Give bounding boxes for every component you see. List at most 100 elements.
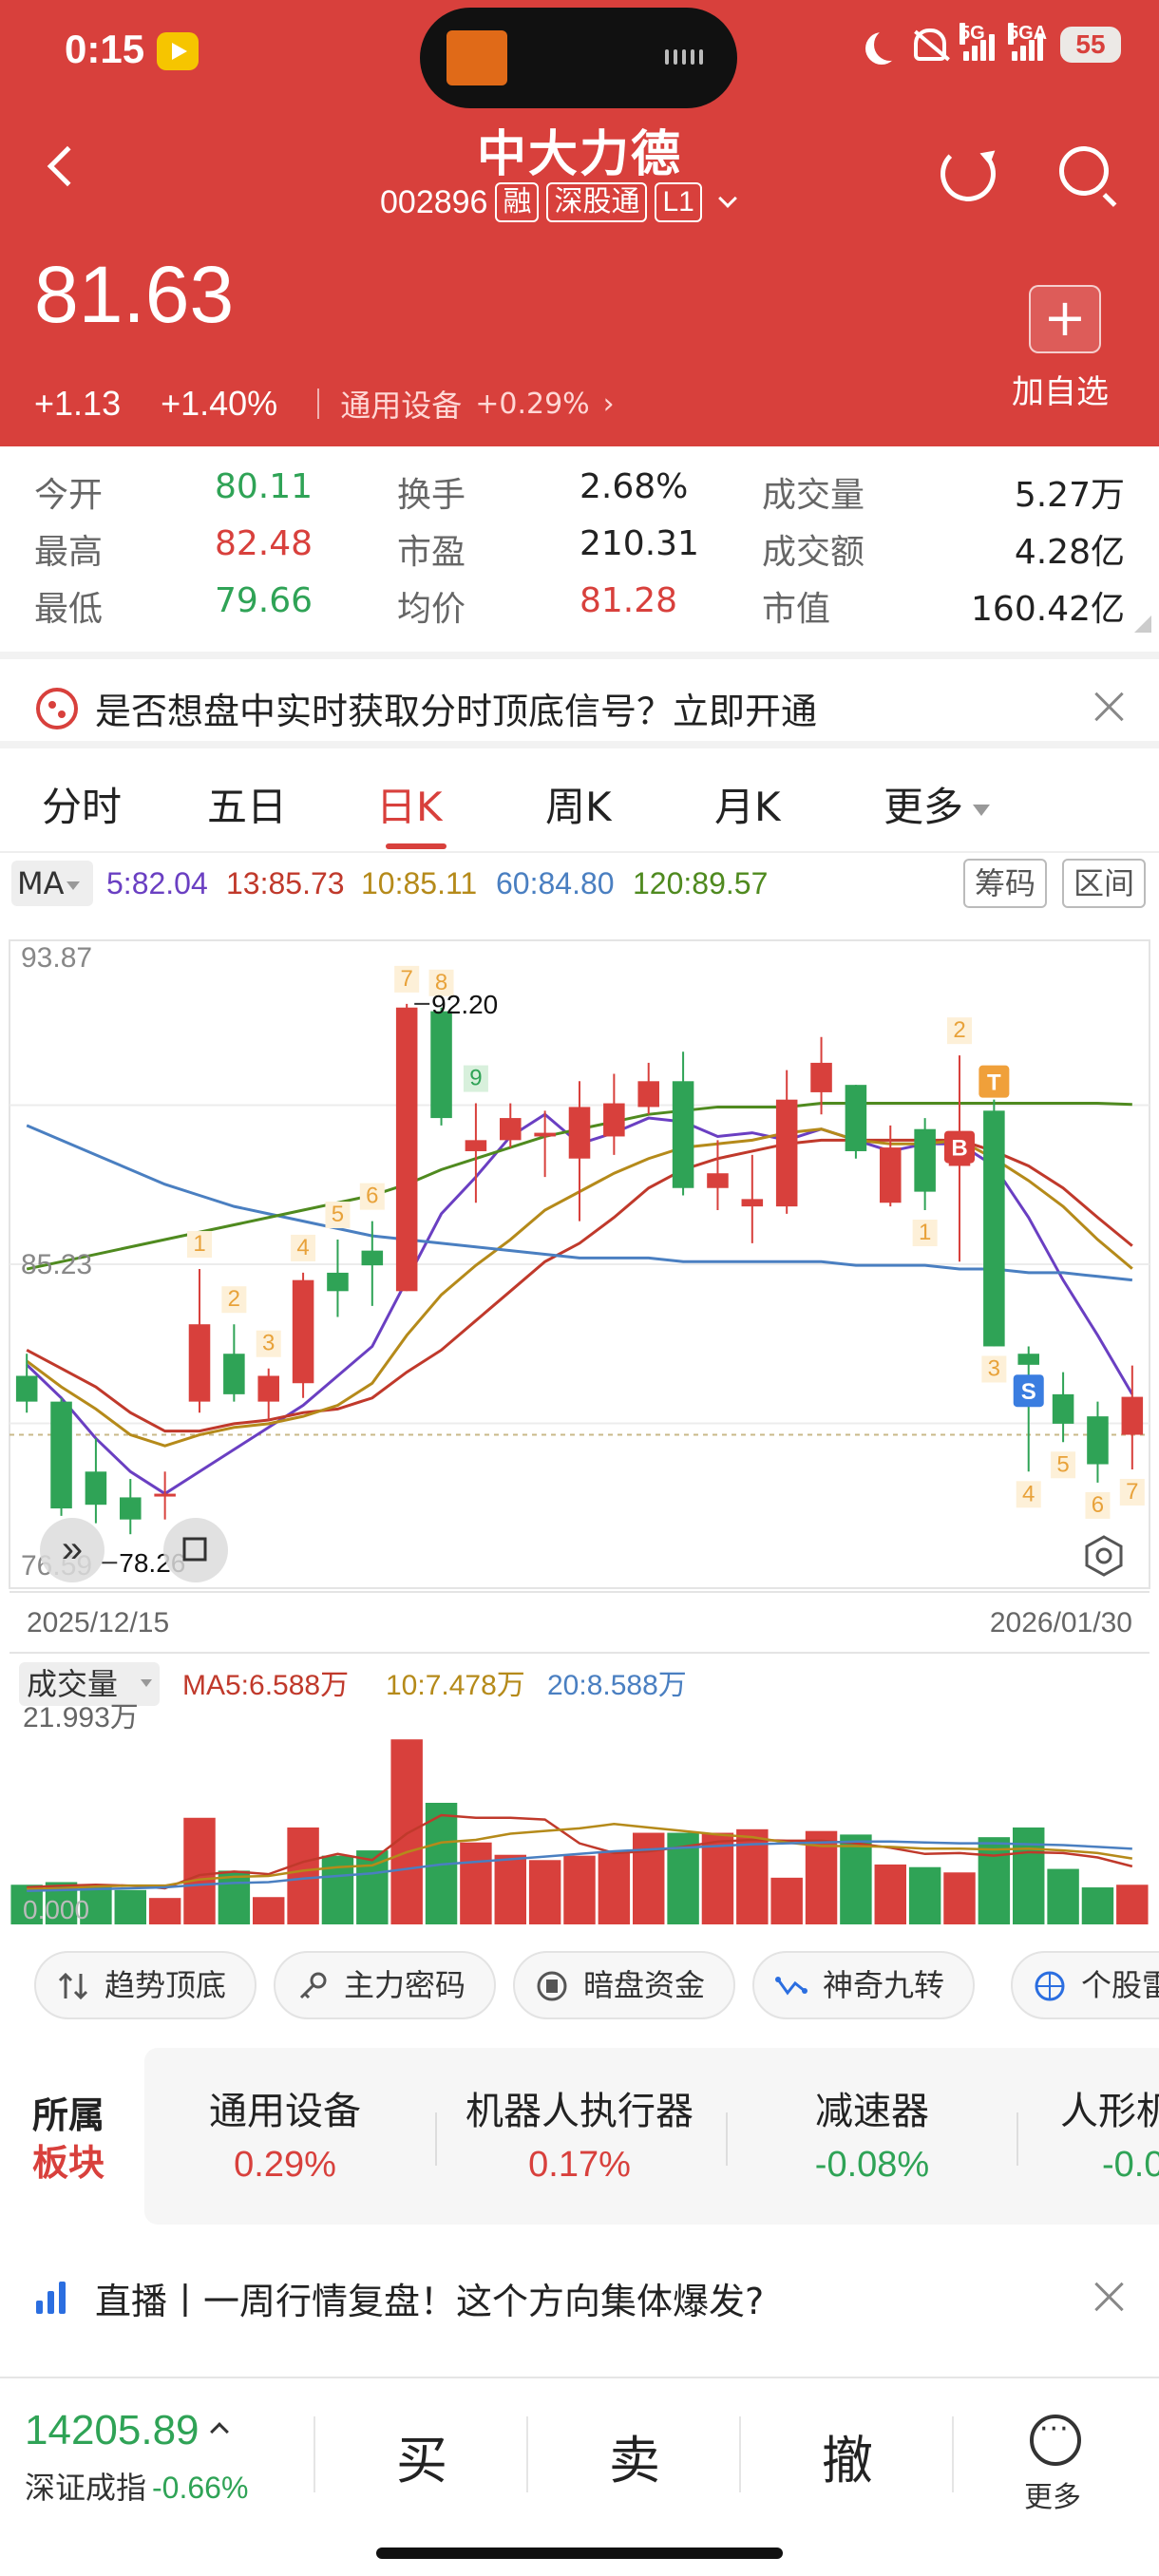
date-end-label: 2026/01/30 (990, 1607, 1132, 1638)
chevron-right-icon[interactable]: › (603, 388, 615, 421)
chevron-down-icon (717, 189, 737, 208)
sequence-marker-label: 6 (366, 1184, 378, 1209)
candle-body (1052, 1393, 1074, 1424)
stat-label: 均价 (397, 590, 466, 629)
candle-body (50, 1401, 72, 1509)
volume-bar (943, 1872, 976, 1924)
tab-daily-k[interactable]: 日K (376, 775, 443, 833)
add-watchlist-label[interactable]: 加自选 (1012, 366, 1109, 412)
candle-body (85, 1471, 107, 1506)
stat-value-open: 80.11 (215, 467, 314, 506)
status-time: 0:15 (65, 27, 145, 71)
sector-item[interactable]: 人形机 -0.0 (1060, 2080, 1159, 2186)
tool-nine-turn[interactable]: 神奇九转 (752, 1951, 975, 2019)
trend-arrows-icon (58, 1972, 88, 2000)
nine-turn-icon (775, 1977, 808, 1996)
scroll-left-icon: » (62, 1528, 83, 1570)
tool-stock-radar[interactable]: 个股雷 (1011, 1951, 1159, 2019)
tab-intraday[interactable]: 分时 (42, 775, 122, 833)
sector-item[interactable]: 通用设备 0.29% (142, 2080, 428, 2186)
dynamic-island[interactable] (420, 8, 737, 108)
add-watchlist-button[interactable]: + (1029, 285, 1101, 353)
candle-body (914, 1128, 936, 1192)
refresh-icon[interactable] (940, 146, 996, 201)
volume-bar (908, 1866, 941, 1924)
active-tab-indicator (386, 843, 446, 849)
signal-banner[interactable]: 是否想盘中实时获取分时顶底信号？立即开通 (0, 652, 1159, 748)
volume-bar (874, 1864, 906, 1924)
more-icon[interactable] (1030, 2413, 1081, 2466)
battery-indicator: 55 (1060, 27, 1121, 63)
tab-monthly-k[interactable]: 月K (714, 775, 781, 833)
radar-icon (1035, 1971, 1065, 2001)
candle-body (775, 1099, 798, 1207)
tab-more[interactable]: 更多 (884, 775, 991, 833)
change-row: +1.13 +1.40% 通用设备 +0.29% › (34, 382, 615, 426)
search-icon[interactable] (1059, 146, 1109, 196)
stat-value-low: 79.66 (215, 581, 314, 620)
sequence-marker-label: 9 (469, 1066, 482, 1091)
stock-header: 0:15 5G 5GA 55 中大力德 002896 融 深股通 L1 81.6… (0, 0, 1159, 446)
close-icon[interactable] (1092, 690, 1125, 722)
ma10-value: 10:85.11 (361, 866, 478, 900)
volume-bar (1013, 1827, 1045, 1924)
cancel-order-button[interactable]: 撤 (790, 2418, 904, 2493)
more-label[interactable]: 更多 (1024, 2473, 1081, 2515)
buy-button[interactable]: 买 (365, 2418, 479, 2493)
sequence-marker-label: 4 (1022, 1481, 1035, 1506)
candle-body (154, 1493, 176, 1497)
stat-label: 市盈 (397, 533, 466, 572)
price-change: +1.13 (34, 384, 122, 423)
quote-stats: 今开 80.11 换手 2.68% 成交量 5.27万 最高 82.48 市盈 … (0, 446, 1159, 646)
expand-corner-icon[interactable] (1134, 616, 1151, 633)
tool-main-force[interactable]: 主力密码 (274, 1951, 496, 2019)
candle-body (741, 1199, 764, 1207)
candle-body (223, 1354, 245, 1394)
sector-item[interactable]: 机器人执行器 0.17% (437, 2080, 722, 2186)
tool-trend[interactable]: 趋势顶底 (34, 1951, 256, 2019)
candle-body (188, 1324, 211, 1402)
kline-chart[interactable]: 1234567891234567BST 93.8785.2376.5992.20… (0, 918, 1159, 1930)
candle-body (1121, 1396, 1144, 1435)
candle-body (120, 1497, 142, 1520)
volume-selector-label: 成交量 (27, 1666, 118, 1702)
tool-dark-pool[interactable]: 暗盘资金 (513, 1951, 735, 2019)
industry-name[interactable]: 通用设备 (340, 382, 462, 426)
sector-item[interactable]: 减速器 -0.08% (730, 2080, 1015, 2186)
ma-selector[interactable]: MA (11, 861, 93, 906)
candle-body (361, 1250, 384, 1266)
sequence-marker-label: 5 (332, 1202, 344, 1227)
stat-label: 换手 (397, 476, 466, 515)
stat-label: 成交量 (762, 476, 865, 515)
sell-button[interactable]: 卖 (578, 2418, 692, 2493)
volume-bar (494, 1854, 526, 1924)
index-value[interactable]: 14205.89 (25, 2407, 229, 2454)
signal-banner-text[interactable]: 是否想盘中实时获取分时顶底信号？立即开通 (95, 682, 817, 734)
status-indicators: 5G 5GA 55 (864, 23, 1121, 63)
range-button[interactable]: 区间 (1062, 859, 1147, 908)
tab-five-day[interactable]: 五日 (207, 775, 287, 833)
high-annotation: 92.20 (431, 990, 498, 1019)
industry-pct[interactable]: +0.29% (475, 388, 589, 421)
candle-body (845, 1085, 867, 1151)
volume-bar (114, 1889, 146, 1924)
ma13-value: 13:85.73 (226, 866, 345, 900)
live-text[interactable]: 直播丨一周行情复盘！这个方向集体爆发? (95, 2272, 764, 2324)
candle-body (534, 1132, 556, 1137)
volume-bar (1081, 1887, 1114, 1924)
stat-label: 最低 (34, 590, 104, 629)
tab-weekly-k[interactable]: 周K (545, 775, 612, 833)
sequence-marker-label: 2 (953, 1017, 965, 1043)
home-indicator[interactable] (376, 2548, 783, 2559)
stock-subline[interactable]: 002896 融 深股通 L1 (380, 182, 737, 222)
chevron-up-icon (209, 2422, 229, 2441)
live-banner[interactable]: 直播丨一周行情复盘！这个方向集体爆发? (0, 2253, 1159, 2339)
y-axis-mid-label: 85.23 (21, 1249, 92, 1280)
candle-body (395, 1007, 418, 1292)
close-icon[interactable] (1092, 2280, 1125, 2312)
bottom-trade-bar: 14205.89 深证成指-0.66% 买 卖 撤 更多 (0, 2377, 1159, 2576)
tag-connect: 深股通 (546, 182, 648, 222)
chip-button[interactable]: 筹码 (963, 859, 1048, 908)
dark-pool-icon (537, 1971, 567, 2001)
index-name[interactable]: 深证成指 -0.66% (25, 2464, 248, 2508)
